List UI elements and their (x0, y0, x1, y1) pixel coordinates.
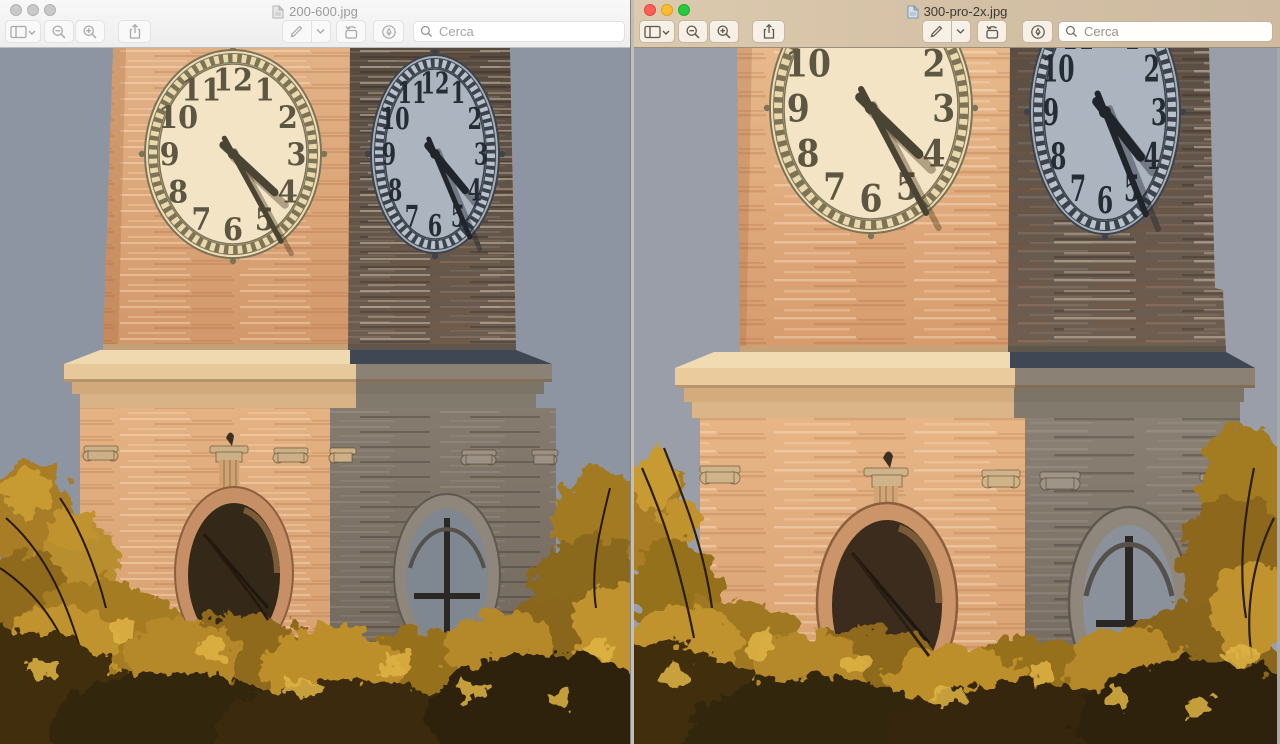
rotate-button[interactable] (977, 20, 1007, 43)
window-chrome: 300-pro-2x.jpg (634, 0, 1280, 48)
window-title: 300-pro-2x.jpg (923, 4, 1008, 19)
svg-text:8: 8 (388, 174, 402, 209)
svg-text:10: 10 (785, 48, 831, 86)
search-field[interactable] (413, 21, 625, 42)
svg-text:7: 7 (1070, 168, 1086, 211)
window-chrome: 200-600.jpg (0, 0, 630, 48)
titlebar: 300-pro-2x.jpg (634, 3, 1280, 20)
annotation-button[interactable] (373, 20, 404, 43)
svg-text:6: 6 (860, 178, 883, 222)
share-icon (129, 23, 140, 39)
sidebar-icon (10, 25, 36, 38)
markup-dropdown[interactable] (310, 21, 330, 42)
svg-text:1: 1 (896, 48, 919, 53)
photo-left: 12 1234567891011 12 1234567891011 (0, 48, 630, 744)
chevron-down-icon (316, 29, 325, 34)
zoom-in-button[interactable] (709, 20, 739, 43)
search-input[interactable] (1082, 23, 1266, 40)
titlebar: 200-600.jpg (0, 3, 630, 20)
svg-text:3: 3 (474, 138, 488, 173)
svg-text:7: 7 (405, 200, 419, 235)
pen-circle-icon (1030, 24, 1045, 39)
svg-text:6: 6 (223, 212, 243, 248)
document-icon (907, 4, 919, 18)
zoom-out-button[interactable] (44, 20, 74, 43)
svg-text:1: 1 (451, 76, 465, 111)
markup-button[interactable] (282, 20, 331, 43)
svg-text:9: 9 (787, 88, 810, 132)
search-field[interactable] (1058, 21, 1273, 42)
svg-text:8: 8 (1050, 136, 1066, 179)
svg-text:2: 2 (1144, 48, 1160, 91)
rotate-icon (985, 25, 998, 39)
zoom-out-icon (52, 24, 66, 39)
chevron-down-icon (956, 29, 965, 34)
svg-text:1: 1 (1124, 48, 1140, 59)
svg-text:3: 3 (932, 88, 955, 132)
markup-dropdown[interactable] (950, 21, 970, 42)
tower-cornice (64, 344, 552, 408)
markup-pencil-icon (931, 25, 943, 38)
rotate-icon (344, 25, 357, 39)
share-button[interactable] (118, 20, 151, 43)
share-icon (763, 23, 774, 39)
svg-text:9: 9 (160, 137, 180, 173)
svg-text:8: 8 (797, 133, 820, 177)
svg-text:7: 7 (191, 202, 211, 238)
svg-text:6: 6 (1097, 180, 1113, 223)
sidebar-icon (644, 25, 670, 38)
zoom-out-icon (686, 24, 700, 39)
tower-cornice (675, 346, 1255, 418)
annotation-button[interactable] (1022, 20, 1053, 43)
svg-text:2: 2 (922, 48, 945, 86)
front-pilaster (219, 460, 239, 488)
zoom-out-button[interactable] (678, 20, 708, 43)
svg-text:1: 1 (255, 72, 275, 108)
svg-text:11: 11 (812, 48, 858, 53)
svg-text:2: 2 (468, 102, 482, 137)
svg-text:11: 11 (1062, 48, 1095, 59)
rotate-button[interactable] (336, 20, 366, 43)
markup-segment[interactable] (283, 21, 311, 42)
document-icon (272, 4, 285, 18)
svg-text:2: 2 (278, 100, 298, 136)
zoom-in-icon (717, 24, 731, 39)
preview-window-right: 300-pro-2x.jpg Cerca 2 3 4 5 6 7 8 9 10 … (634, 0, 1280, 744)
photo-right: 121234567891011 121234567891011 (634, 48, 1280, 744)
chevron-down-icon (28, 30, 36, 35)
desktop: 200-600.jpg Cerca 12 1 2 3 4 5 6 7 8 9 1… (0, 0, 1280, 744)
search-input[interactable] (437, 23, 618, 40)
svg-text:11: 11 (397, 76, 426, 111)
markup-segment[interactable] (923, 21, 951, 42)
pen-circle-icon (381, 24, 396, 39)
zoom-in-button[interactable] (75, 20, 105, 43)
sidebar-button[interactable] (639, 20, 675, 43)
sidebar-button[interactable] (5, 20, 41, 43)
search-icon (1065, 25, 1077, 37)
svg-text:3: 3 (286, 137, 306, 173)
svg-text:9: 9 (1043, 92, 1059, 135)
window-title: 200-600.jpg (289, 4, 358, 19)
svg-text:6: 6 (428, 209, 442, 244)
markup-pencil-icon (291, 25, 303, 38)
svg-text:9: 9 (382, 138, 396, 173)
search-icon (420, 25, 432, 37)
zoom-in-icon (83, 24, 97, 39)
svg-text:3: 3 (1151, 92, 1167, 135)
markup-button[interactable] (922, 20, 971, 43)
svg-text:11: 11 (181, 72, 221, 108)
preview-window-left: 200-600.jpg Cerca 12 1 2 3 4 5 6 7 8 9 1… (0, 0, 630, 744)
svg-text:8: 8 (168, 175, 188, 211)
share-button[interactable] (752, 20, 785, 43)
chevron-down-icon (662, 30, 670, 35)
svg-text:7: 7 (823, 165, 846, 209)
